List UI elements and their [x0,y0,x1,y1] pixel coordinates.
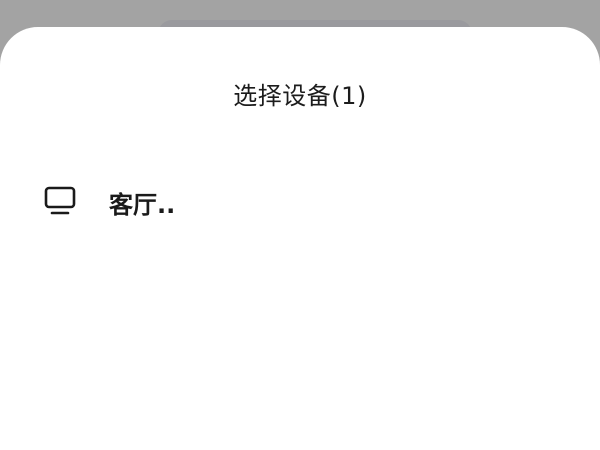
device-name: 客厅.. [109,191,176,219]
tv-icon [44,186,76,216]
sheet-title: 选择设备(1) [233,82,367,110]
device-picker-sheet: 选择设备(1) 客厅.. [0,27,600,450]
device-list-item[interactable]: 客厅.. [0,172,600,230]
